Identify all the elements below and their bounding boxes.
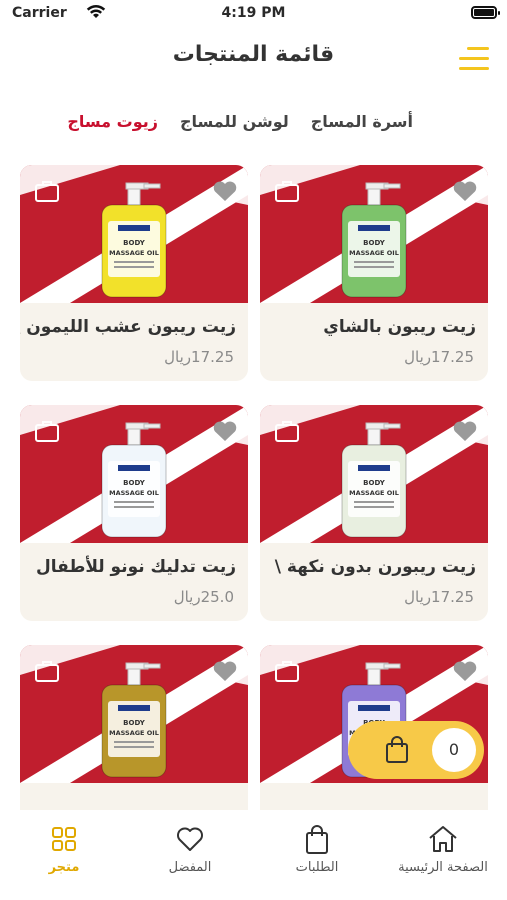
- shopping-bag-icon[interactable]: [274, 659, 300, 683]
- svg-text:MASSAGE OIL: MASSAGE OIL: [109, 489, 159, 497]
- bottom-navigation: الصفحة الرئيسية الطلبات المفضل متجر: [0, 810, 507, 900]
- product-card[interactable]: BODY MASSAGE OIL زيت ريبورن بدون نكهة \ …: [260, 405, 488, 621]
- bottle-image: BODY MASSAGE OIL: [101, 182, 167, 298]
- shopping-bag-icon[interactable]: [34, 659, 60, 683]
- bottle-image: BODY MASSAGE OIL: [341, 182, 407, 298]
- product-price: 25.0ريال: [173, 588, 234, 606]
- favorite-heart-icon[interactable]: [212, 179, 238, 203]
- product-image: BODY MASSAGE OIL: [260, 405, 488, 543]
- bottle-image: BODY MASSAGE OIL: [341, 422, 407, 538]
- product-card[interactable]: BODY MASSAGE OIL زيت تدليك نونو للأطفال …: [20, 405, 248, 621]
- heart-icon: [135, 824, 245, 854]
- tab-massage-beds[interactable]: أسرة المساج: [311, 112, 413, 131]
- product-image: BODY MASSAGE OIL: [20, 645, 248, 783]
- nav-orders-label: الطلبات: [295, 860, 339, 875]
- home-icon: [388, 824, 498, 854]
- shopping-bag-icon[interactable]: [34, 179, 60, 203]
- product-card[interactable]: BODY MASSAGE OIL زيت ريبون عشب الليمون \…: [20, 165, 248, 381]
- status-bar: Carrier 4:19 PM: [0, 0, 507, 28]
- svg-text:BODY: BODY: [363, 479, 386, 487]
- tab-massage-lotion[interactable]: لوشن للمساج: [180, 112, 289, 131]
- nav-store[interactable]: متجر: [9, 824, 119, 875]
- page-title: قائمة المنتجات: [172, 42, 335, 67]
- svg-text:MASSAGE OIL: MASSAGE OIL: [109, 729, 159, 737]
- product-name: زيت ريبون بالشاي: [323, 317, 476, 337]
- nav-home[interactable]: الصفحة الرئيسية: [388, 824, 498, 875]
- clock: 4:19 PM: [221, 5, 286, 21]
- shopping-bag-icon[interactable]: [274, 419, 300, 443]
- bottle-image: BODY MASSAGE OIL: [101, 422, 167, 538]
- shopping-bag-icon: [262, 824, 372, 854]
- shopping-bag-icon[interactable]: [34, 419, 60, 443]
- product-name: زيت ريبورن بدون نكهة \: [274, 557, 476, 577]
- svg-text:BODY: BODY: [363, 239, 386, 247]
- product-image: BODY MASSAGE OIL: [20, 405, 248, 543]
- svg-text:MASSAGE OIL: MASSAGE OIL: [349, 489, 399, 497]
- nav-favorites[interactable]: المفضل: [135, 824, 245, 875]
- favorite-heart-icon[interactable]: [212, 659, 238, 683]
- product-image: BODY MASSAGE OIL: [260, 165, 488, 303]
- bottle-image: BODY MASSAGE OIL: [101, 662, 167, 778]
- cart-button[interactable]: 0: [348, 721, 484, 779]
- nav-home-label: الصفحة الرئيسية: [398, 860, 488, 875]
- shopping-bag-icon[interactable]: [274, 179, 300, 203]
- favorite-heart-icon[interactable]: [452, 659, 478, 683]
- svg-text:BODY: BODY: [123, 239, 146, 247]
- product-name: زيت ريبون عشب الليمون \: [20, 317, 236, 337]
- product-card[interactable]: BODY MASSAGE OIL زيت ريبون بالشاي 17.25ر…: [260, 165, 488, 381]
- category-tabs: زيوت مساج لوشن للمساج أسرة المساج: [67, 112, 413, 131]
- svg-text:MASSAGE OIL: MASSAGE OIL: [349, 249, 399, 257]
- favorite-heart-icon[interactable]: [452, 419, 478, 443]
- svg-text:MASSAGE OIL: MASSAGE OIL: [109, 249, 159, 257]
- nav-orders[interactable]: الطلبات: [262, 824, 372, 875]
- svg-text:BODY: BODY: [123, 479, 146, 487]
- favorite-heart-icon[interactable]: [452, 179, 478, 203]
- battery-icon: [471, 6, 500, 19]
- nav-favorites-label: المفضل: [168, 860, 212, 875]
- product-price: 17.25ريال: [404, 588, 474, 606]
- svg-text:BODY: BODY: [123, 719, 146, 727]
- product-price: 17.25ريال: [404, 348, 474, 366]
- cart-bag-icon: [384, 735, 410, 769]
- hamburger-menu-icon[interactable]: [457, 45, 489, 73]
- tab-massage-oils[interactable]: زيوت مساج: [67, 112, 158, 131]
- product-name: زيت تدليك نونو للأطفال: [35, 557, 236, 577]
- product-image: BODY MASSAGE OIL: [20, 165, 248, 303]
- cart-count: 0: [432, 728, 476, 772]
- nav-store-label: متجر: [48, 860, 80, 875]
- grid-icon: [9, 824, 119, 854]
- product-price: 17.25ريال: [164, 348, 234, 366]
- favorite-heart-icon[interactable]: [212, 419, 238, 443]
